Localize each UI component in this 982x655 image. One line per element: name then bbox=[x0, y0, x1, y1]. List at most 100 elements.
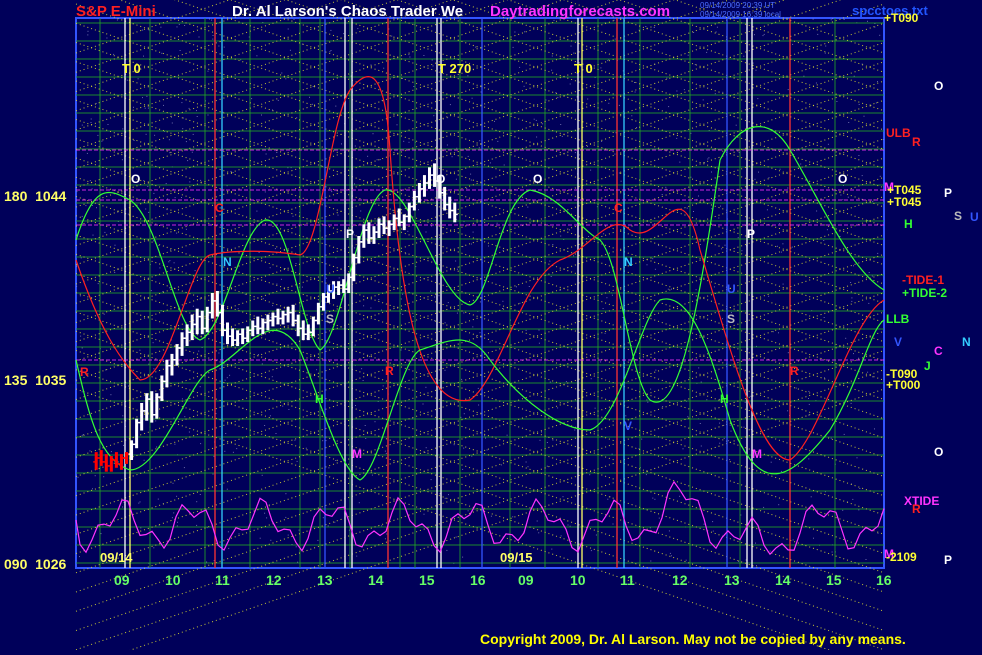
background-dot bbox=[199, 386, 201, 388]
background-dot bbox=[871, 275, 873, 277]
background-dot bbox=[407, 230, 409, 232]
background-dot bbox=[810, 496, 812, 498]
background-dot bbox=[287, 534, 289, 536]
background-dot bbox=[153, 192, 155, 194]
background-dot bbox=[236, 448, 238, 450]
background-dot bbox=[770, 461, 772, 463]
background-dot bbox=[128, 385, 129, 387]
background-dot bbox=[446, 144, 448, 146]
background-dot bbox=[604, 332, 606, 334]
background-dot bbox=[137, 78, 139, 80]
diagonal-down-line bbox=[114, 388, 885, 655]
x-tick-label: 15 bbox=[826, 572, 842, 588]
background-dot bbox=[826, 229, 828, 231]
background-dot bbox=[409, 56, 411, 58]
background-dot bbox=[188, 107, 190, 109]
background-dot bbox=[451, 156, 453, 158]
background-dot bbox=[552, 439, 554, 441]
background-dot bbox=[114, 244, 116, 246]
background-dot bbox=[557, 407, 559, 409]
background-dot bbox=[850, 402, 852, 404]
website-link[interactable]: Daytradingforecasts.com bbox=[490, 4, 670, 19]
y-label-180-1044: 180 1044 bbox=[4, 188, 67, 204]
background-dot bbox=[425, 386, 427, 388]
background-dot bbox=[875, 102, 877, 104]
background-dot bbox=[525, 461, 527, 463]
background-dot bbox=[527, 206, 529, 208]
background-dot bbox=[839, 236, 841, 237]
background-dot bbox=[262, 298, 264, 300]
background-dot bbox=[371, 474, 373, 476]
background-dot bbox=[840, 194, 842, 196]
background-dot bbox=[879, 34, 881, 36]
field-marker-label: O bbox=[436, 172, 446, 186]
background-dot bbox=[196, 110, 197, 112]
background-dot bbox=[486, 449, 488, 451]
background-dot bbox=[126, 79, 128, 81]
background-dot bbox=[724, 244, 726, 246]
background-dot bbox=[859, 488, 861, 489]
background-dot bbox=[845, 337, 847, 339]
background-dot bbox=[343, 33, 345, 35]
background-dot bbox=[506, 434, 508, 436]
background-dot bbox=[713, 286, 715, 288]
background-dot bbox=[538, 532, 540, 534]
background-dot bbox=[173, 512, 175, 514]
background-dot bbox=[502, 300, 504, 302]
background-dot bbox=[114, 272, 116, 273]
background-dot bbox=[494, 120, 495, 122]
background-dot bbox=[288, 409, 290, 410]
background-dot bbox=[181, 197, 182, 198]
field-marker-label: S bbox=[727, 312, 736, 326]
background-dot bbox=[81, 215, 83, 217]
background-dot bbox=[723, 424, 725, 426]
background-dot bbox=[496, 222, 498, 224]
background-dot bbox=[423, 55, 425, 56]
background-dot bbox=[538, 329, 540, 331]
background-dot bbox=[714, 407, 716, 409]
background-dot bbox=[812, 18, 814, 20]
background-dot bbox=[865, 559, 867, 560]
background-dot bbox=[559, 290, 561, 291]
background-dot bbox=[477, 387, 479, 389]
background-dot bbox=[764, 403, 766, 405]
background-dot bbox=[335, 460, 337, 461]
background-dot bbox=[81, 347, 83, 349]
background-dot bbox=[127, 213, 129, 215]
background-dot bbox=[207, 114, 209, 116]
background-dot bbox=[512, 46, 514, 48]
diagonal-up-line bbox=[75, 388, 846, 655]
background-dot bbox=[354, 247, 356, 249]
background-dot bbox=[142, 97, 143, 99]
background-dot bbox=[699, 244, 701, 245]
background-dot bbox=[490, 515, 492, 517]
background-dot bbox=[784, 456, 786, 458]
background-dot bbox=[105, 369, 107, 371]
background-dot bbox=[867, 371, 869, 373]
background-dot bbox=[489, 162, 491, 164]
background-dot bbox=[196, 501, 198, 503]
right-marker-label: S bbox=[954, 209, 963, 223]
background-dot bbox=[258, 252, 260, 253]
background-dot bbox=[173, 262, 175, 264]
background-dot bbox=[827, 143, 829, 145]
background-dot bbox=[654, 498, 656, 500]
background-dot bbox=[361, 368, 363, 370]
background-dot bbox=[552, 244, 554, 245]
background-dot bbox=[730, 430, 732, 432]
background-dot bbox=[758, 171, 759, 173]
background-dot bbox=[447, 302, 449, 304]
right-marker-label: -TIDE-1 bbox=[902, 273, 944, 287]
background-dot bbox=[545, 99, 547, 101]
background-dot bbox=[792, 539, 794, 541]
background-dot bbox=[178, 23, 180, 25]
x-tick-label: 16 bbox=[876, 572, 892, 588]
right-marker-label: U bbox=[970, 210, 979, 224]
background-dot bbox=[386, 533, 388, 535]
x-tick-label: 09 bbox=[518, 572, 534, 588]
background-dot bbox=[647, 401, 649, 403]
background-dot bbox=[301, 286, 303, 288]
background-dot bbox=[471, 455, 473, 457]
background-dot bbox=[282, 405, 284, 407]
background-dot bbox=[181, 398, 183, 400]
